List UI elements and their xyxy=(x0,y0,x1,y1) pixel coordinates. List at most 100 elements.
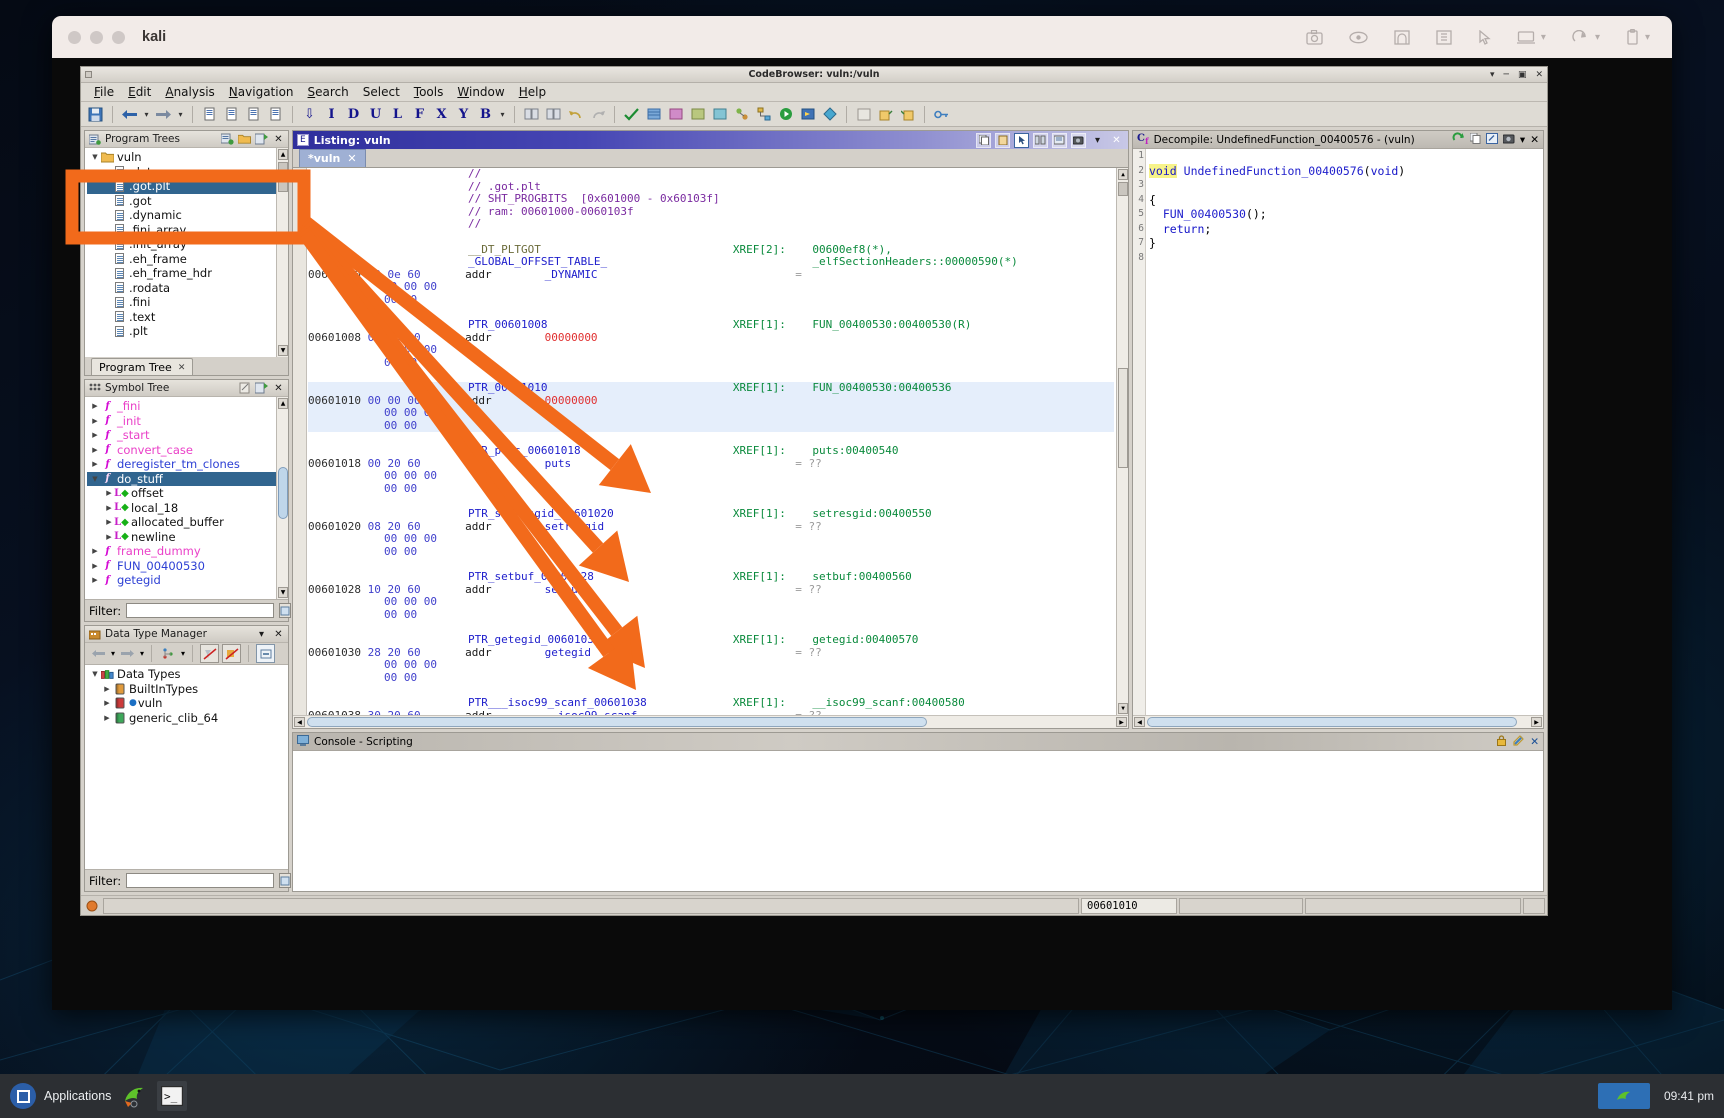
menu-select[interactable]: Select xyxy=(356,84,407,100)
data-types-list[interactable]: ▼Data Types▶BuiltInTypes▶●vuln▶generic_c… xyxy=(85,665,288,725)
clear-code-icon[interactable]: Y xyxy=(454,105,473,124)
memory-icon[interactable] xyxy=(644,105,663,124)
menu-file[interactable]: File xyxy=(87,84,121,100)
window-restore-button[interactable]: ─ xyxy=(1504,70,1509,80)
new-tree-icon[interactable] xyxy=(221,133,234,146)
program-tree-item-plt[interactable]: .plt xyxy=(87,324,288,339)
listing-row[interactable]: 00 00 00 xyxy=(308,659,1114,672)
applications-button[interactable]: Applications xyxy=(10,1083,111,1109)
listing-row[interactable]: 00 00 xyxy=(308,609,1114,622)
symbol-tree-edit-icon[interactable] xyxy=(238,382,251,395)
scroll-up-arrow[interactable]: ▲ xyxy=(1118,169,1128,180)
scroll-thumb[interactable] xyxy=(278,467,288,519)
decompiler-line[interactable]: return; xyxy=(1149,222,1543,237)
symbol-tree-item-deregister_tm_clones[interactable]: ▶fderegister_tm_clones xyxy=(87,457,288,472)
snapshot4-icon[interactable] xyxy=(266,105,285,124)
program-tree-item-fini[interactable]: .fini xyxy=(87,295,288,310)
hscroll-thumb[interactable] xyxy=(307,717,927,727)
menu-window[interactable]: Window xyxy=(450,84,511,100)
listing-vertical-scrollbar[interactable]: ▲ ▼ xyxy=(1116,168,1128,715)
listing-row[interactable]: 00 00 xyxy=(308,357,1114,370)
diff2-icon[interactable] xyxy=(544,105,563,124)
display-chevron-down-icon[interactable]: ▾ xyxy=(1541,32,1546,43)
decompiler-line[interactable] xyxy=(1149,149,1543,164)
decompiler-close-icon[interactable]: ✕ xyxy=(1530,134,1539,146)
redo-icon[interactable] xyxy=(588,105,607,124)
expand-arrow-icon[interactable]: ▶ xyxy=(89,402,101,410)
expand-arrow-icon[interactable]: ▶ xyxy=(89,562,101,570)
program-tree-item-fini_array[interactable]: .fini_array xyxy=(87,223,288,238)
scroll-up-arrow[interactable]: ▲ xyxy=(278,149,288,160)
listing-code-area[interactable]: //// .got.plt// SHT_PROGBITS [0x601000 -… xyxy=(293,168,1128,715)
scroll-down-arrow[interactable]: ▼ xyxy=(278,345,288,356)
save-icon[interactable] xyxy=(86,105,105,124)
maximize-traffic-light[interactable] xyxy=(112,31,125,44)
terminal-icon[interactable]: >_ xyxy=(157,1081,187,1111)
symbol-tree-scrollbar[interactable]: ▲ ▼ xyxy=(276,397,288,599)
dtm-back-arrow-icon[interactable] xyxy=(89,644,108,663)
dtm-no-pointer-filter-icon[interactable] xyxy=(222,644,241,663)
eye-icon[interactable] xyxy=(1349,31,1368,44)
clipboard-chevron-down-icon[interactable]: ▾ xyxy=(1645,32,1650,43)
back-arrow-icon[interactable] xyxy=(120,105,139,124)
scroll-thumb[interactable] xyxy=(1118,182,1128,196)
data-types-root[interactable]: ▼Data Types xyxy=(87,667,288,682)
bridge-icon[interactable] xyxy=(1394,30,1410,45)
data-type-manager-close-icon[interactable]: ✕ xyxy=(272,628,285,641)
program-trees-close-icon[interactable]: ✕ xyxy=(272,133,285,146)
bytes-icon[interactable]: B xyxy=(476,105,495,124)
grid-icon[interactable] xyxy=(1436,30,1452,45)
expand-arrow-icon[interactable]: ▶ xyxy=(101,685,113,693)
decompiler-dropdown-icon[interactable]: ▾ xyxy=(1520,134,1525,146)
menu-tools[interactable]: Tools xyxy=(407,84,451,100)
listing-row[interactable]: // xyxy=(308,218,1114,231)
program-tree-item-dynamic[interactable]: .dynamic xyxy=(87,208,288,223)
instruction-icon[interactable]: I xyxy=(322,105,341,124)
decompiler-line[interactable]: void UndefinedFunction_00400576(void) xyxy=(1149,164,1543,179)
camera-icon[interactable] xyxy=(1306,30,1323,45)
dtm-forward-dropdown-icon[interactable]: ▾ xyxy=(140,649,144,658)
window-minimize-button[interactable]: ▾ xyxy=(1490,70,1495,80)
refresh-icon[interactable]: ▾ xyxy=(1572,30,1600,45)
expand-arrow-icon[interactable]: ▶ xyxy=(89,431,101,439)
debug-icon[interactable] xyxy=(798,105,817,124)
hscroll-thumb[interactable] xyxy=(1147,717,1517,727)
window-close-button[interactable]: ✕ xyxy=(1535,70,1543,80)
forward-dropdown-icon[interactable]: ▾ xyxy=(176,105,185,124)
symbol-tree-item-do_stuff[interactable]: ▼fdo_stuff xyxy=(87,472,288,487)
dtm-no-filter-icon[interactable] xyxy=(200,644,219,663)
check-icon[interactable] xyxy=(622,105,641,124)
listing-row[interactable]: 00 00 00 xyxy=(308,470,1114,483)
data-type-manager-dropdown-icon[interactable]: ▾ xyxy=(255,628,268,641)
kali-dragon-icon[interactable] xyxy=(119,1081,149,1111)
menu-help[interactable]: Help xyxy=(512,84,553,100)
back-dropdown-icon[interactable]: ▾ xyxy=(142,105,151,124)
symbol-tree-item-frame_dummy[interactable]: ▶fframe_dummy xyxy=(87,544,288,559)
decompiler-line[interactable]: { xyxy=(1149,193,1543,208)
tab-program-tree-close-icon[interactable]: ✕ xyxy=(178,363,186,373)
scroll-down-arrow[interactable]: ▼ xyxy=(1118,703,1128,714)
export-icon[interactable] xyxy=(876,105,895,124)
symbol-tree-close-icon[interactable]: ✕ xyxy=(272,382,285,395)
symbol-tree-item-_init[interactable]: ▶f_init xyxy=(87,414,288,429)
console-close-icon[interactable]: ✕ xyxy=(1530,736,1539,748)
dtm-back-dropdown-icon[interactable]: ▾ xyxy=(111,649,115,658)
console-body[interactable] xyxy=(293,751,1543,891)
scroll-thumb[interactable] xyxy=(278,162,288,192)
scroll-track-marker[interactable] xyxy=(1118,368,1128,468)
symbol-tree-item-convert_case[interactable]: ▶fconvert_case xyxy=(87,443,288,458)
listing-row[interactable]: 00 00 xyxy=(308,294,1114,307)
flowchart-icon[interactable] xyxy=(754,105,773,124)
program-tree-item-data[interactable]: .data xyxy=(87,165,288,180)
listing-horizontal-scrollbar[interactable]: ◀ ▶ xyxy=(293,715,1128,728)
paste2-icon[interactable] xyxy=(710,105,729,124)
expand-arrow-icon[interactable]: ▶ xyxy=(101,699,113,707)
expand-arrow-icon[interactable]: ▶ xyxy=(89,417,101,425)
program-tree-item-eh_frame[interactable]: .eh_frame xyxy=(87,252,288,267)
symbol-tree-filter-options-icon[interactable] xyxy=(279,603,291,618)
expand-arrow-icon[interactable]: ▶ xyxy=(101,714,113,722)
clear-flow-icon[interactable]: X xyxy=(432,105,451,124)
diamond-icon[interactable] xyxy=(820,105,839,124)
snapshot2-icon[interactable] xyxy=(222,105,241,124)
listing-row[interactable]: 00 00 00 xyxy=(308,344,1114,357)
